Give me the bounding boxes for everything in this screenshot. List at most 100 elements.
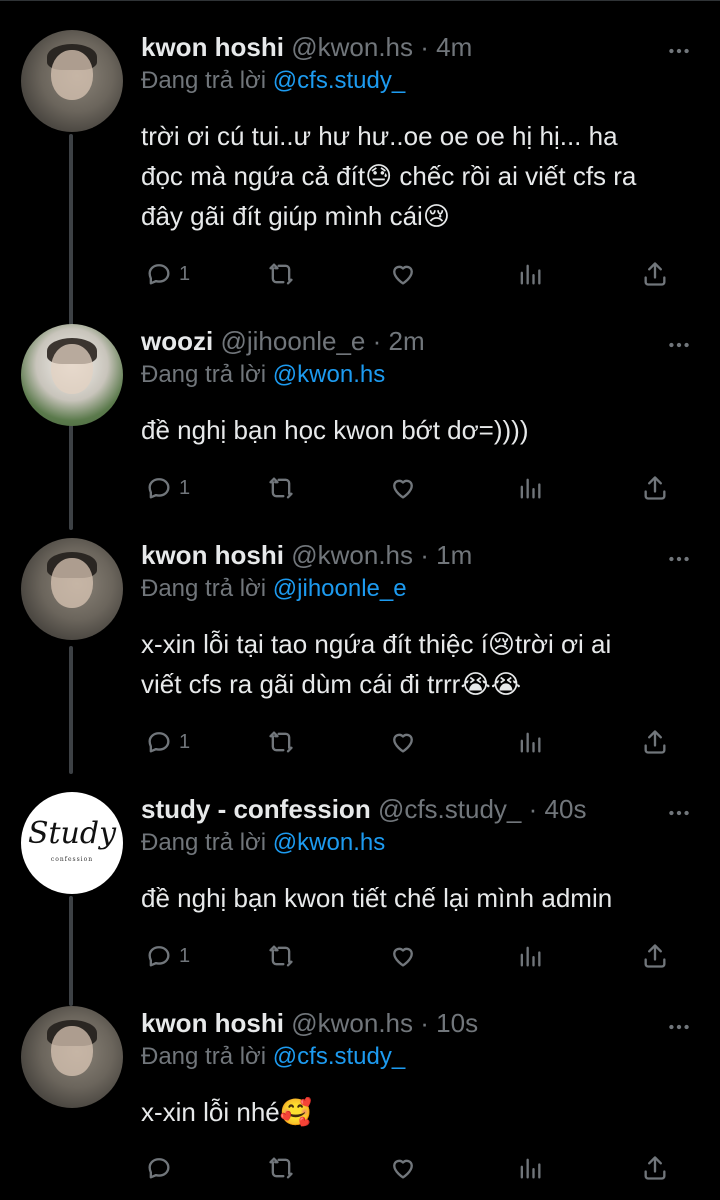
avatar[interactable] bbox=[21, 324, 123, 426]
share-button[interactable] bbox=[641, 940, 669, 972]
like-button[interactable] bbox=[389, 940, 417, 972]
reply-button[interactable]: 1 bbox=[145, 940, 190, 972]
tweet[interactable]: kwon hoshi @kwon.hs · 10s Đang trả lời @… bbox=[0, 1006, 720, 1200]
replying-to: Đang trả lời @cfs.study_ bbox=[141, 64, 405, 98]
tweet[interactable]: woozi @jihoonle_e · 2m Đang trả lời @kwo… bbox=[0, 324, 720, 524]
reply-prefix: Đang trả lời bbox=[141, 829, 273, 856]
avatar[interactable]: Study confession bbox=[21, 792, 123, 894]
more-icon[interactable] bbox=[666, 546, 692, 572]
user-handle[interactable]: @jihoonle_e bbox=[220, 326, 365, 356]
more-icon[interactable] bbox=[666, 38, 692, 64]
reply-icon bbox=[148, 732, 170, 753]
like-button[interactable] bbox=[389, 726, 417, 758]
avatar[interactable] bbox=[21, 538, 123, 640]
display-name[interactable]: woozi bbox=[141, 326, 213, 356]
like-button[interactable] bbox=[389, 472, 417, 504]
reply-to-link[interactable]: @cfs.study_ bbox=[273, 1043, 405, 1070]
separator-dot: · bbox=[420, 540, 429, 570]
replying-to: Đang trả lời @kwon.hs bbox=[141, 826, 385, 860]
retweet-icon bbox=[269, 731, 293, 753]
more-icon[interactable] bbox=[666, 800, 692, 826]
replying-to: Đang trả lời @cfs.study_ bbox=[141, 1040, 405, 1074]
share-icon bbox=[644, 476, 666, 500]
reply-icon bbox=[148, 264, 170, 285]
timestamp[interactable]: 1m bbox=[436, 540, 472, 570]
like-button[interactable] bbox=[389, 258, 417, 290]
avatar-logo-sub: confession bbox=[50, 856, 94, 863]
separator-dot: · bbox=[372, 326, 382, 356]
reply-button[interactable] bbox=[145, 1152, 179, 1184]
views-button[interactable] bbox=[516, 726, 544, 758]
avatar[interactable] bbox=[21, 30, 123, 132]
reply-count: 1 bbox=[179, 476, 191, 499]
retweet-button[interactable] bbox=[267, 258, 295, 290]
share-button[interactable] bbox=[641, 1152, 669, 1184]
views-icon bbox=[520, 478, 541, 499]
reply-icon bbox=[148, 1158, 170, 1179]
reply-count: 1 bbox=[179, 262, 191, 285]
reply-prefix: Đang trả lời bbox=[141, 67, 273, 94]
user-handle[interactable]: @kwon.hs bbox=[291, 1008, 413, 1038]
more-icon[interactable] bbox=[666, 332, 692, 358]
avatar[interactable] bbox=[21, 1006, 123, 1108]
reply-to-link[interactable]: @jihoonle_e bbox=[273, 575, 407, 602]
timestamp[interactable]: 10s bbox=[436, 1008, 478, 1038]
user-handle[interactable]: @cfs.study_ bbox=[378, 794, 521, 824]
share-button[interactable] bbox=[641, 472, 669, 504]
like-button[interactable] bbox=[389, 1152, 417, 1184]
like-icon bbox=[393, 733, 413, 753]
like-icon bbox=[393, 1159, 413, 1179]
reply-icon bbox=[148, 946, 170, 967]
avatar-logo-word: Study bbox=[27, 816, 117, 851]
reply-to-link[interactable]: @cfs.study_ bbox=[273, 67, 405, 94]
views-button[interactable] bbox=[516, 940, 544, 972]
more-icon[interactable] bbox=[666, 1014, 692, 1040]
top-divider bbox=[0, 0, 720, 1]
timestamp[interactable]: 4m bbox=[436, 32, 472, 62]
display-name[interactable]: study - confession bbox=[141, 794, 371, 824]
tweet-text: x-xin lỗi tại tao ngứa đít thiệc í😢trời … bbox=[141, 629, 612, 699]
display-name[interactable]: kwon hoshi bbox=[141, 1008, 284, 1038]
reply-button[interactable]: 1 bbox=[145, 726, 190, 758]
tweet[interactable]: Study confession study - confession @cfs… bbox=[0, 792, 720, 992]
views-icon bbox=[520, 946, 541, 967]
views-button[interactable] bbox=[516, 258, 544, 290]
views-icon bbox=[520, 264, 541, 285]
reply-prefix: Đang trả lời bbox=[141, 361, 273, 388]
display-name[interactable]: kwon hoshi bbox=[141, 540, 284, 570]
reply-button[interactable]: 1 bbox=[145, 472, 190, 504]
like-icon bbox=[393, 479, 413, 499]
reply-to-link[interactable]: @kwon.hs bbox=[273, 361, 385, 388]
action-bar: 1 bbox=[141, 472, 701, 504]
retweet-icon bbox=[269, 477, 293, 499]
views-button[interactable] bbox=[516, 472, 544, 504]
tweet-text: đề nghị bạn kwon tiết chế lại mình admin bbox=[141, 883, 613, 913]
share-icon bbox=[644, 1156, 666, 1180]
retweet-button[interactable] bbox=[267, 472, 295, 504]
user-handle[interactable]: @kwon.hs bbox=[291, 32, 413, 62]
like-icon bbox=[393, 265, 413, 285]
separator-dot: · bbox=[528, 794, 538, 824]
tweet[interactable]: kwon hoshi @kwon.hs · 4m Đang trả lời @c… bbox=[0, 30, 720, 320]
retweet-button[interactable] bbox=[267, 726, 295, 758]
display-name[interactable]: kwon hoshi bbox=[141, 32, 284, 62]
action-bar: 1 bbox=[141, 726, 701, 758]
share-button[interactable] bbox=[641, 726, 669, 758]
views-button[interactable] bbox=[516, 1152, 544, 1184]
share-icon bbox=[644, 262, 666, 286]
retweet-icon bbox=[269, 945, 293, 967]
like-icon bbox=[393, 947, 413, 967]
replying-to: Đang trả lời @kwon.hs bbox=[141, 358, 385, 392]
reply-button[interactable]: 1 bbox=[145, 258, 190, 290]
tweet[interactable]: kwon hoshi @kwon.hs · 1m Đang trả lời @j… bbox=[0, 538, 720, 788]
timestamp[interactable]: 2m bbox=[389, 326, 425, 356]
reply-to-link[interactable]: @kwon.hs bbox=[273, 829, 385, 856]
user-handle[interactable]: @kwon.hs bbox=[291, 540, 413, 570]
tweet-text: đề nghị bạn học kwon bớt dơ=)))) bbox=[141, 415, 529, 445]
retweet-button[interactable] bbox=[267, 940, 295, 972]
reply-prefix: Đang trả lời bbox=[141, 575, 273, 602]
share-button[interactable] bbox=[641, 258, 669, 290]
timestamp[interactable]: 40s bbox=[545, 794, 587, 824]
retweet-button[interactable] bbox=[267, 1152, 295, 1184]
retweet-icon bbox=[269, 263, 293, 285]
